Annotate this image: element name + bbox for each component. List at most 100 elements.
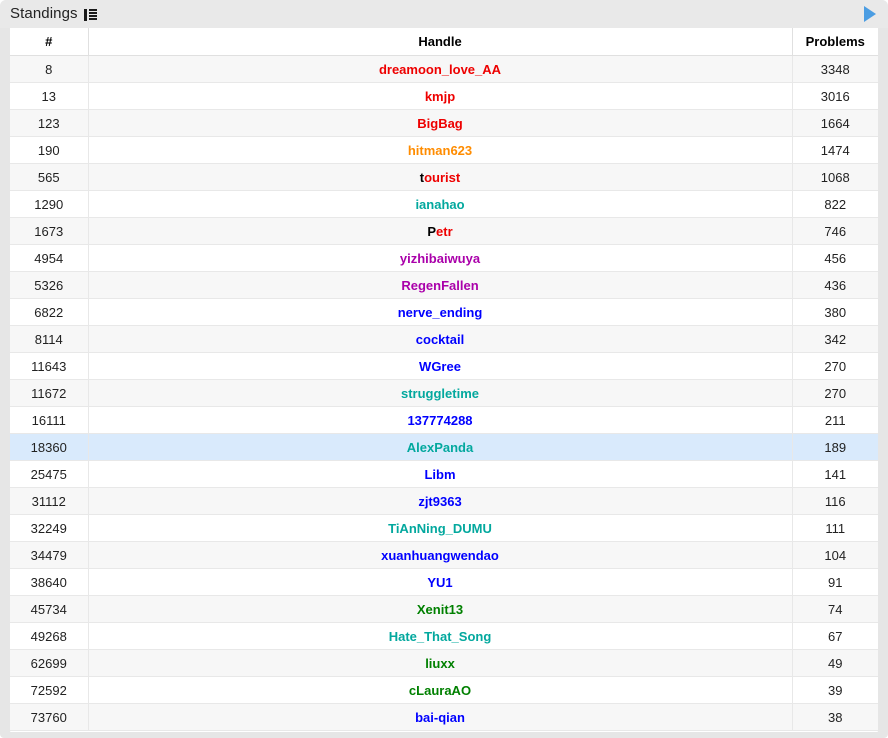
cell-handle[interactable]: struggletime xyxy=(88,379,793,407)
table-row[interactable]: 13 kmjp 3016 xyxy=(10,82,878,110)
cell-handle[interactable]: YU1 xyxy=(88,568,793,596)
cell-handle[interactable]: liuxx xyxy=(88,649,793,677)
handle-text: 137774288 xyxy=(407,412,473,428)
table-row[interactable]: 38640 YU1 91 xyxy=(10,568,878,596)
cell-handle[interactable]: RegenFallen xyxy=(88,271,793,299)
table-row[interactable]: 32249 TiAnNing_DUMU 111 xyxy=(10,514,878,542)
cell-handle[interactable]: cLauraAO xyxy=(88,676,793,704)
handle-text: dreamoon_love_AA xyxy=(378,61,502,77)
column-header-rank: # xyxy=(10,28,89,56)
cell-rank: 73760 xyxy=(10,703,89,731)
table-row[interactable]: 5326 RegenFallen 436 xyxy=(10,271,878,299)
cell-handle[interactable]: xuanhuangwendao xyxy=(88,541,793,569)
table-row[interactable]: 11672 struggletime 270 xyxy=(10,379,878,407)
cell-problems: 3016 xyxy=(792,82,878,110)
cell-rank: 34479 xyxy=(10,541,89,569)
handle-text: Xenit13 xyxy=(416,601,464,617)
cell-problems: 104 xyxy=(792,541,878,569)
cell-rank: 6822 xyxy=(10,298,89,326)
table-header: # Handle Problems xyxy=(10,28,878,56)
table-row[interactable]: 31112 zjt9363 116 xyxy=(10,487,878,515)
cell-rank: 25475 xyxy=(10,460,89,488)
cell-handle[interactable]: Libm xyxy=(88,460,793,488)
standings-table: # Handle Problems 8 dreamoon_love_AA 3348 1… xyxy=(10,28,878,731)
table-row[interactable]: 34479 xuanhuangwendao 104 xyxy=(10,541,878,569)
table-row[interactable]: 18360 AlexPanda 189 xyxy=(10,433,878,461)
cell-problems: 211 xyxy=(792,406,878,434)
handle-text: TiAnNing_DUMU xyxy=(388,520,492,536)
handle-text: RegenFallen xyxy=(401,277,479,293)
table-header-row: # Handle Problems xyxy=(10,28,878,56)
handle-text: WGree xyxy=(419,358,461,374)
cell-handle[interactable]: TiAnNing_DUMU xyxy=(88,514,793,542)
cell-handle[interactable]: tourist xyxy=(88,163,793,191)
cell-rank: 190 xyxy=(10,136,89,164)
cell-problems: 270 xyxy=(792,379,878,407)
cell-handle[interactable]: Xenit13 xyxy=(88,595,793,623)
handle-text: cLauraAO xyxy=(408,682,472,698)
cell-handle[interactable]: yizhibaiwuya xyxy=(88,244,793,272)
column-header-handle: Handle xyxy=(88,28,793,56)
table-row[interactable]: 565 tourist 1068 xyxy=(10,163,878,191)
table-row[interactable]: 6822 nerve_ending 380 xyxy=(10,298,878,326)
cell-handle[interactable]: BigBag xyxy=(88,109,793,137)
cell-problems: 74 xyxy=(792,595,878,623)
table-row[interactable]: 45734 Xenit13 74 xyxy=(10,595,878,623)
column-header-problems: Problems xyxy=(792,28,878,56)
table-row[interactable]: 62699 liuxx 49 xyxy=(10,649,878,677)
handle-text: bai-qian xyxy=(415,709,465,725)
cell-problems: 1474 xyxy=(792,136,878,164)
cell-handle[interactable]: ianahao xyxy=(88,190,793,218)
handle-text: zjt9363 xyxy=(418,493,462,509)
cell-rank: 72592 xyxy=(10,676,89,704)
cell-handle[interactable]: zjt9363 xyxy=(88,487,793,515)
handle-text: yizhibaiwuya xyxy=(399,250,481,266)
cell-problems: 38 xyxy=(792,703,878,731)
panel-title: Standings xyxy=(10,5,78,22)
cell-problems: 111 xyxy=(792,514,878,542)
cell-handle[interactable]: 137774288 xyxy=(88,406,793,434)
cell-problems: 746 xyxy=(792,217,878,245)
cell-problems: 1664 xyxy=(792,109,878,137)
table-row[interactable]: 1290 ianahao 822 xyxy=(10,190,878,218)
play-triangle-icon[interactable] xyxy=(864,6,876,22)
cell-rank: 8 xyxy=(10,55,89,83)
table-row[interactable]: 8 dreamoon_love_AA 3348 xyxy=(10,55,878,83)
cell-rank: 49268 xyxy=(10,622,89,650)
cell-handle[interactable]: dreamoon_love_AA xyxy=(88,55,793,83)
table-row[interactable]: 49268 Hate_That_Song 67 xyxy=(10,622,878,650)
table-row[interactable]: 25475 Libm 141 xyxy=(10,460,878,488)
table-row[interactable]: 11643 WGree 270 xyxy=(10,352,878,380)
cell-handle[interactable]: hitman623 xyxy=(88,136,793,164)
cell-problems: 456 xyxy=(792,244,878,272)
cell-handle[interactable]: nerve_ending xyxy=(88,298,793,326)
handle-text: nerve_ending xyxy=(397,304,483,320)
table-row[interactable]: 16111 137774288 211 xyxy=(10,406,878,434)
handle-text: BigBag xyxy=(417,115,463,131)
cell-handle[interactable]: bai-qian xyxy=(88,703,793,731)
table-row[interactable]: 190 hitman623 1474 xyxy=(10,136,878,164)
table-bottom-filler xyxy=(10,731,878,732)
cell-rank: 18360 xyxy=(10,433,89,461)
table-row[interactable]: 4954 yizhibaiwuya 456 xyxy=(10,244,878,272)
cell-handle[interactable]: Hate_That_Song xyxy=(88,622,793,650)
cell-handle[interactable]: WGree xyxy=(88,352,793,380)
handle-remainder: ourist xyxy=(424,169,461,185)
cell-problems: 380 xyxy=(792,298,878,326)
handle-text: Hate_That_Song xyxy=(388,628,492,644)
cell-handle[interactable]: kmjp xyxy=(88,82,793,110)
cell-rank: 1290 xyxy=(10,190,89,218)
cell-handle[interactable]: cocktail xyxy=(88,325,793,353)
cell-handle[interactable]: AlexPanda xyxy=(88,433,793,461)
cell-problems: 49 xyxy=(792,649,878,677)
table-row[interactable]: 8114 cocktail 342 xyxy=(10,325,878,353)
handle-text: xuanhuangwendao xyxy=(381,547,499,563)
table-row[interactable]: 73760 bai-qian 38 xyxy=(10,703,878,731)
cell-problems: 116 xyxy=(792,487,878,515)
cell-handle[interactable]: Petr xyxy=(88,217,793,245)
table-row[interactable]: 1673 Petr 746 xyxy=(10,217,878,245)
table-row[interactable]: 123 BigBag 1664 xyxy=(10,109,878,137)
cell-rank: 13 xyxy=(10,82,89,110)
table-row[interactable]: 72592 cLauraAO 39 xyxy=(10,676,878,704)
cell-problems: 67 xyxy=(792,622,878,650)
